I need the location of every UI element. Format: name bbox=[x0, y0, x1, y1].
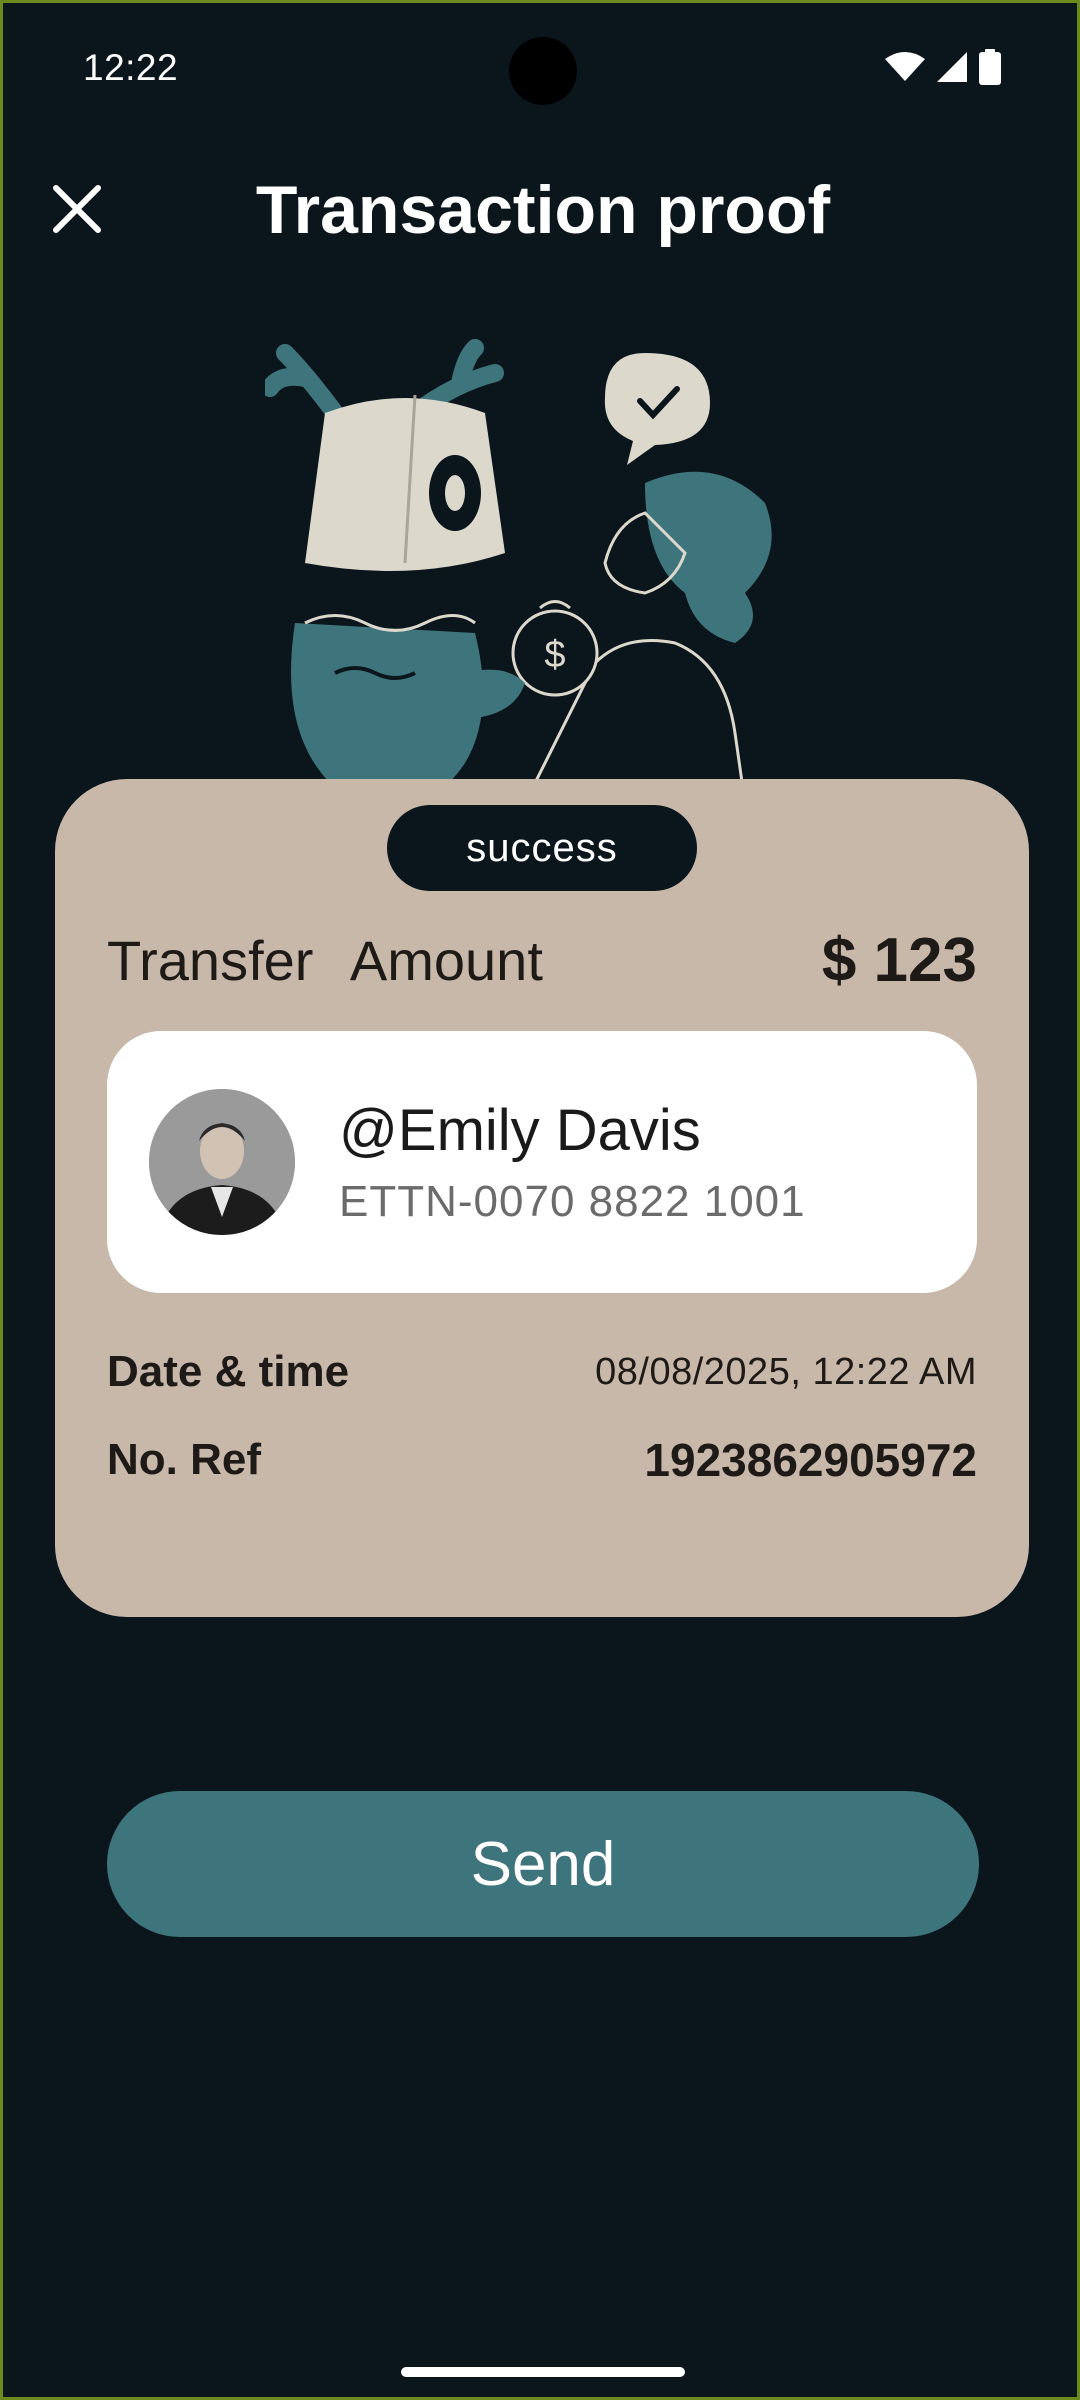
send-button[interactable]: Send bbox=[107, 1791, 979, 1937]
recipient-account-number: ETTN-0070 8822 1001 bbox=[339, 1177, 806, 1226]
amount-label: Transfer Amount bbox=[107, 929, 543, 992]
cellular-signal-icon bbox=[935, 50, 969, 89]
reference-label: No. Ref bbox=[107, 1435, 261, 1484]
home-indicator[interactable] bbox=[401, 2367, 685, 2377]
page-title: Transaction proof bbox=[255, 172, 831, 248]
recipient-name: @Emily Davis bbox=[339, 1098, 701, 1163]
transaction-illustration: $ bbox=[261, 333, 825, 813]
recipient-card: @Emily Davis ETTN-0070 8822 1001 bbox=[107, 1031, 977, 1293]
camera-cutout bbox=[509, 37, 577, 105]
status-icons bbox=[885, 49, 1001, 90]
reference-row: No. Ref 1923862905972 bbox=[107, 1433, 977, 1487]
receipt-card: success Transfer Amount $ 123 @Emily Dav… bbox=[55, 779, 1029, 1617]
status-time: 12:22 bbox=[83, 47, 179, 88]
reference-value: 1923862905972 bbox=[644, 1434, 977, 1486]
transaction-proof-screen: 12:22 Transaction proof $ success Transf… bbox=[0, 0, 1080, 2400]
svg-text:$: $ bbox=[544, 634, 565, 676]
avatar bbox=[149, 1089, 295, 1235]
amount-row: Transfer Amount $ 123 bbox=[107, 925, 977, 996]
status-badge: success bbox=[387, 805, 697, 891]
wifi-icon bbox=[885, 51, 925, 88]
amount-value: $ 123 bbox=[821, 926, 977, 995]
date-time-label: Date & time bbox=[107, 1347, 350, 1396]
date-time-row: Date & time 08/08/2025, 12:22 AM bbox=[107, 1347, 977, 1397]
battery-icon bbox=[979, 49, 1001, 90]
date-time-value: 08/08/2025, 12:22 AM bbox=[595, 1350, 977, 1393]
